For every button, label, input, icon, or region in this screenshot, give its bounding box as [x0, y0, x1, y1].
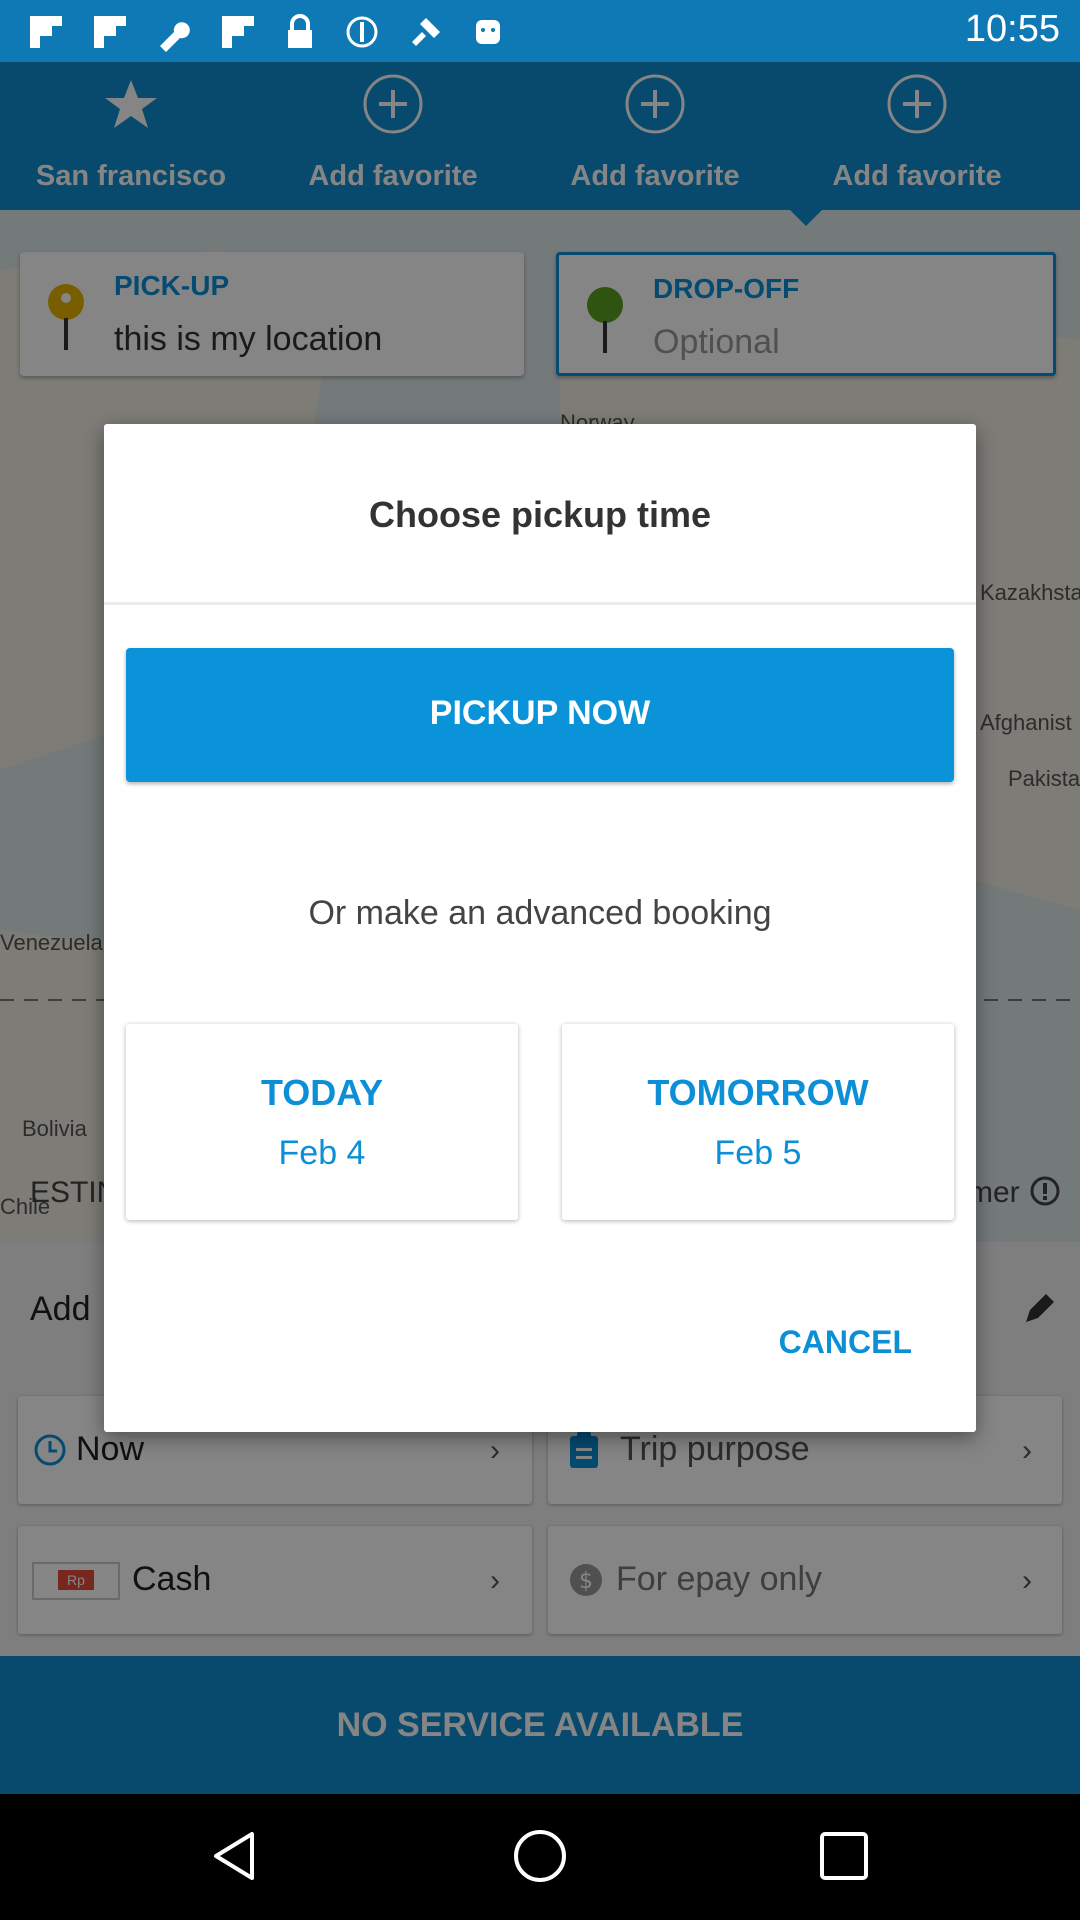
tomorrow-label: TOMORROW	[647, 1072, 869, 1113]
dialog-title: Choose pickup time	[368, 494, 712, 535]
advanced-booking-text: Or make an advanced booking	[308, 894, 772, 932]
home-icon[interactable]	[508, 1824, 572, 1888]
fake-gps-icon	[412, 18, 440, 46]
lock-icon	[288, 14, 312, 48]
navigation-bar	[0, 1794, 1080, 1920]
today-button[interactable]: TODAY Feb 4	[126, 1024, 518, 1220]
back-icon[interactable]	[204, 1824, 268, 1888]
today-label: TODAY	[260, 1072, 384, 1113]
pickup-now-button[interactable]: PICKUP NOW	[126, 648, 954, 782]
sync-icon	[346, 16, 378, 48]
recents-icon[interactable]	[812, 1824, 876, 1888]
dialog-divider	[104, 602, 976, 605]
cancel-button[interactable]: CANCEL	[779, 1324, 912, 1361]
flipboard-icon	[222, 16, 254, 48]
tomorrow-date: Feb 5	[714, 1134, 802, 1172]
status-bar: 10:55	[0, 0, 1080, 62]
tomorrow-button[interactable]: TOMORROW Feb 5	[562, 1024, 954, 1220]
flipboard-icon	[94, 16, 126, 48]
clock: 10:55	[964, 8, 1060, 50]
pickup-time-dialog: Choose pickup time PICKUP NOW Or make an…	[104, 424, 976, 1432]
wrench-icon	[160, 22, 190, 52]
pickup-now-label: PICKUP NOW	[429, 694, 651, 732]
flipboard-icon	[30, 16, 62, 48]
today-date: Feb 4	[278, 1134, 366, 1172]
android-icon	[476, 20, 500, 44]
